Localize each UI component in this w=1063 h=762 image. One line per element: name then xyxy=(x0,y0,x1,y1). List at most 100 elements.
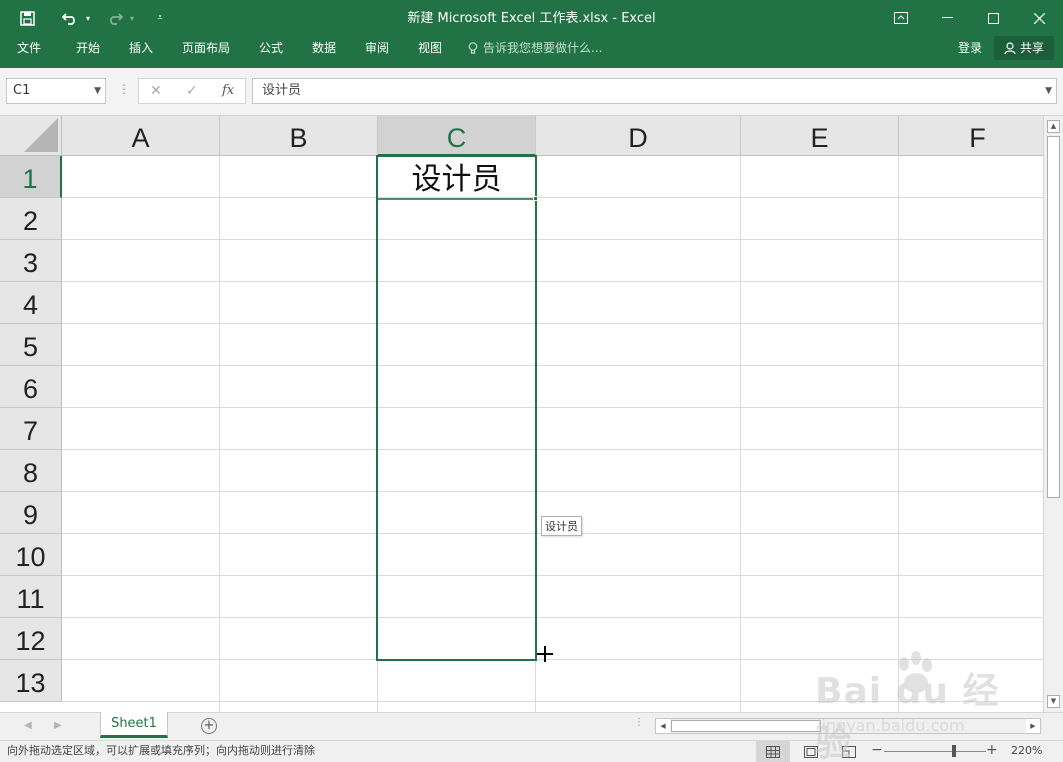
insert-function-icon[interactable]: fx xyxy=(222,79,234,103)
share-button[interactable]: 共享 xyxy=(994,36,1054,60)
horizontal-scrollbar[interactable]: ◀ ▶ xyxy=(655,718,1041,734)
status-message: 向外拖动选定区域，可以扩展或填充序列；向内拖动则进行清除 xyxy=(7,744,315,757)
add-sheet-icon[interactable]: + xyxy=(201,718,217,734)
zoom-slider[interactable] xyxy=(884,751,986,752)
tab-home[interactable]: 开始 xyxy=(67,36,109,60)
row-header-8[interactable]: 8 xyxy=(0,450,62,492)
drag-outline xyxy=(378,198,535,200)
column-header-d[interactable]: D xyxy=(536,116,741,156)
formula-bar: C1 ▼ ⋮ ✕ ✓ fx 设计员 ▼ xyxy=(0,68,1063,116)
next-sheet-icon[interactable]: ▶ xyxy=(54,713,62,739)
cancel-entry-icon[interactable]: ✕ xyxy=(150,79,162,103)
tab-review[interactable]: 审阅 xyxy=(356,36,398,60)
tab-data[interactable]: 数据 xyxy=(303,36,345,60)
gridline xyxy=(62,449,1043,450)
column-header-c[interactable]: C xyxy=(378,116,536,156)
zoom-out-icon[interactable]: − xyxy=(871,741,883,760)
row-header-9[interactable]: 9 xyxy=(0,492,62,534)
cell-c1[interactable]: 设计员 xyxy=(378,157,535,199)
row-header-13[interactable]: 13 xyxy=(0,660,62,702)
undo-icon[interactable] xyxy=(58,0,82,36)
page-layout-view-icon[interactable] xyxy=(794,741,828,762)
gridline xyxy=(62,407,1043,408)
zoom-level[interactable]: 220% xyxy=(1011,741,1042,761)
prev-sheet-icon[interactable]: ◀ xyxy=(24,713,32,739)
lightbulb-icon xyxy=(468,41,478,54)
vertical-scroll-thumb[interactable] xyxy=(1047,136,1060,498)
gridline xyxy=(62,281,1043,282)
name-box-value: C1 xyxy=(13,83,31,98)
vertical-scrollbar[interactable]: ▲ ▼ xyxy=(1043,116,1063,712)
zoom-slider-knob[interactable] xyxy=(952,745,956,757)
tab-page-layout[interactable]: 页面布局 xyxy=(176,36,236,60)
column-header-a[interactable]: A xyxy=(62,116,220,156)
confirm-entry-icon[interactable]: ✓ xyxy=(186,79,198,103)
name-box[interactable]: C1 ▼ xyxy=(6,78,106,104)
expand-formula-bar-icon[interactable]: ▼ xyxy=(1045,79,1052,103)
gridline xyxy=(62,701,1043,702)
save-icon[interactable] xyxy=(14,0,40,36)
minimize-button[interactable] xyxy=(924,0,970,36)
zoom-in-icon[interactable]: + xyxy=(986,741,998,760)
sign-in-link[interactable]: 登录 xyxy=(958,36,982,60)
formula-bar-grip-icon[interactable]: ⋮ xyxy=(118,82,130,96)
tab-insert[interactable]: 插入 xyxy=(120,36,162,60)
sheet-tab-sheet1[interactable]: Sheet1 xyxy=(100,712,168,738)
gridline xyxy=(62,575,1043,576)
gridline xyxy=(62,323,1043,324)
gridline xyxy=(62,617,1043,618)
tab-view[interactable]: 视图 xyxy=(409,36,451,60)
tab-formulas[interactable]: 公式 xyxy=(250,36,292,60)
page-break-view-icon[interactable] xyxy=(832,741,866,762)
undo-dropdown-icon[interactable]: ▾ xyxy=(83,0,93,36)
ribbon-tabs: 文件 开始 插入 页面布局 公式 数据 审阅 视图 告诉我您想要做什么... 登… xyxy=(0,36,1063,68)
scroll-down-icon[interactable]: ▼ xyxy=(1047,695,1060,708)
redo-icon xyxy=(104,0,126,36)
row-header-2[interactable]: 2 xyxy=(0,198,62,240)
column-header-f[interactable]: F xyxy=(899,116,1043,156)
gridline xyxy=(62,491,1043,492)
tell-me-box[interactable]: 告诉我您想要做什么... xyxy=(468,36,602,60)
row-header-1[interactable]: 1 xyxy=(0,156,62,198)
formula-input-value: 设计员 xyxy=(262,83,302,98)
formula-input[interactable]: 设计员 ▼ xyxy=(252,78,1057,104)
name-box-dropdown-icon[interactable]: ▼ xyxy=(94,79,101,103)
redo-dropdown-icon: ▾ xyxy=(129,13,134,23)
fill-handle[interactable] xyxy=(533,196,538,201)
row-header-6[interactable]: 6 xyxy=(0,366,62,408)
column-header-b[interactable]: B xyxy=(220,116,378,156)
select-all-button[interactable] xyxy=(0,116,62,156)
scroll-up-icon[interactable]: ▲ xyxy=(1047,120,1060,133)
ribbon-display-options-icon[interactable] xyxy=(878,0,924,36)
row-header-4[interactable]: 4 xyxy=(0,282,62,324)
row-header-10[interactable]: 10 xyxy=(0,534,62,576)
row-header-5[interactable]: 5 xyxy=(0,324,62,366)
row-header-3[interactable]: 3 xyxy=(0,240,62,282)
tab-file[interactable]: 文件 xyxy=(8,36,50,60)
row-header-11[interactable]: 11 xyxy=(0,576,62,618)
tell-me-text: 告诉我您想要做什么... xyxy=(483,41,603,55)
status-bar: 向外拖动选定区域，可以扩展或填充序列；向内拖动则进行清除 − + 220% xyxy=(0,740,1063,762)
sheet-tabs-bar: ◀ ▶ Sheet1 + ⋮ ◀ ▶ xyxy=(0,712,1063,740)
person-icon xyxy=(1004,41,1016,54)
gridline xyxy=(62,239,1043,240)
gridline xyxy=(62,365,1043,366)
customize-toolbar-icon[interactable]: ⩡ xyxy=(152,0,168,36)
column-header-e[interactable]: E xyxy=(741,116,899,156)
share-label: 共享 xyxy=(1019,41,1044,55)
maximize-button[interactable] xyxy=(970,0,1016,36)
horizontal-scroll-thumb[interactable] xyxy=(671,720,821,732)
row-header-7[interactable]: 7 xyxy=(0,408,62,450)
scroll-right-icon[interactable]: ▶ xyxy=(1026,719,1040,733)
row-header-12[interactable]: 12 xyxy=(0,618,62,660)
selection-range xyxy=(376,155,537,661)
spreadsheet-grid[interactable]: A B C D E F 1 2 3 4 5 6 7 8 9 10 11 12 1… xyxy=(0,116,1043,712)
scroll-left-icon[interactable]: ◀ xyxy=(656,719,670,733)
crosshair-cursor-icon xyxy=(537,646,553,662)
gridline xyxy=(62,197,1043,198)
title-bar: ▾ ▾ ⩡ 新建 Microsoft Excel 工作表.xlsx - Exce… xyxy=(0,0,1063,36)
normal-view-icon[interactable] xyxy=(756,741,790,762)
fill-preview-tooltip: 设计员 xyxy=(541,516,582,536)
tab-split-grip-icon[interactable]: ⋮ xyxy=(634,717,644,728)
close-button[interactable] xyxy=(1016,0,1062,36)
